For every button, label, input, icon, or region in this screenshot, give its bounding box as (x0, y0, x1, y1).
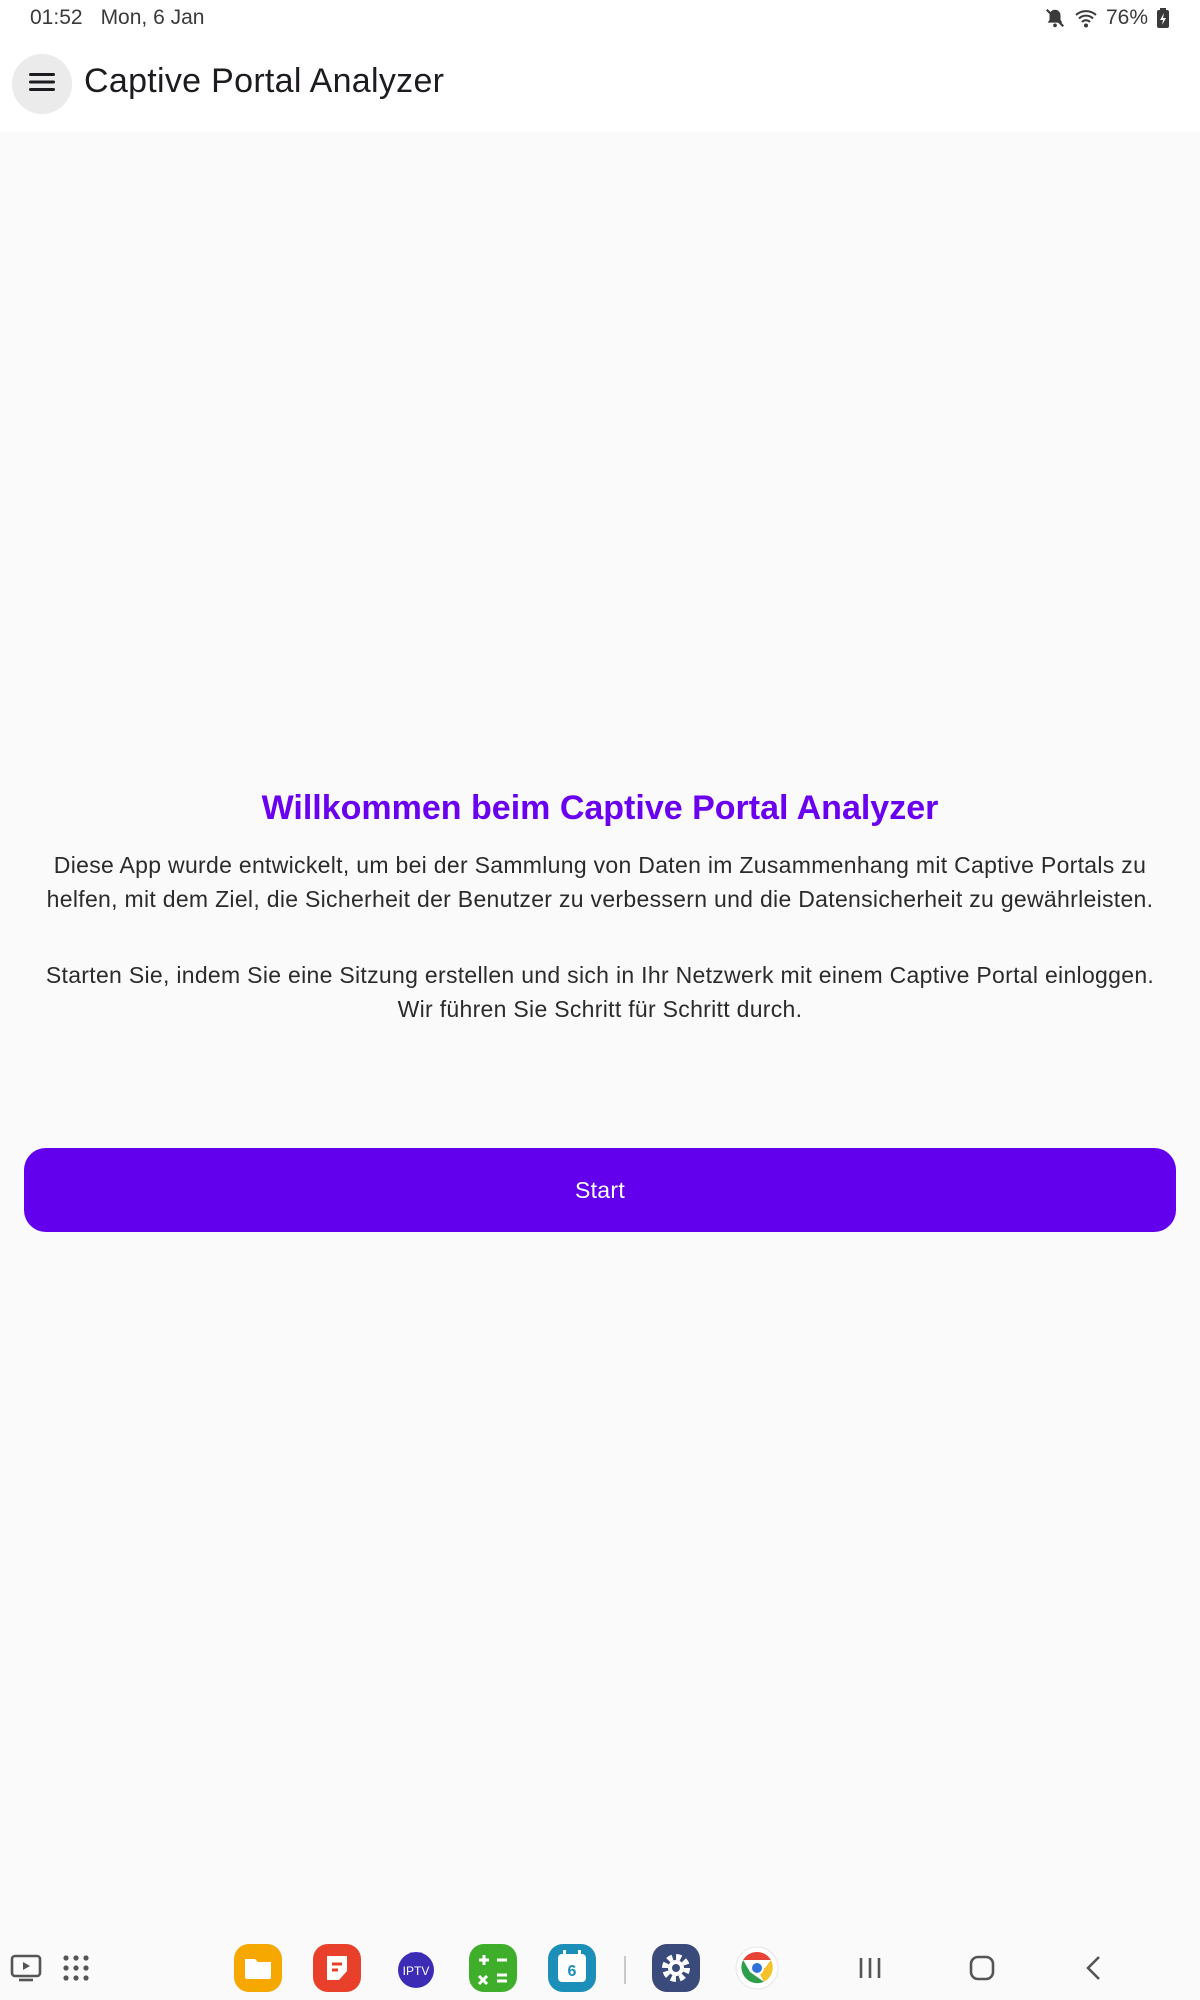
calendar-icon[interactable]: 6 (548, 1944, 596, 1992)
taskbar: IPTV 6 (0, 1936, 1200, 2000)
status-date: Mon, 6 Jan (100, 6, 205, 29)
status-bar: 01:52 Mon, 6 Jan 76% (0, 0, 1200, 36)
start-button[interactable]: Start (24, 1148, 1176, 1232)
chrome-icon[interactable] (733, 1944, 781, 1992)
app-bar: Captive Portal Analyzer (0, 36, 1200, 132)
mute-icon (1044, 7, 1066, 29)
battery-icon (1156, 8, 1170, 28)
hamburger-menu-icon (28, 71, 56, 98)
welcome-section: Willkommen beim Captive Portal Analyzer … (30, 786, 1170, 1026)
battery-percent: 76% (1105, 6, 1148, 29)
svg-text:IPTV: IPTV (403, 1964, 430, 1978)
menu-button[interactable] (12, 54, 72, 114)
home-icon[interactable] (958, 1944, 1006, 1992)
calculator-icon[interactable] (469, 1944, 517, 1992)
welcome-description: Diese App wurde entwickelt, um bei der S… (46, 852, 1154, 912)
iptv-icon[interactable]: IPTV (392, 1944, 440, 1992)
status-icons: 76% (1044, 6, 1170, 30)
app-title: Captive Portal Analyzer (84, 62, 445, 100)
screen: 01:52 Mon, 6 Jan 76% Captive Portal Anal… (0, 0, 1200, 2000)
recents-icon[interactable] (846, 1944, 894, 1992)
settings-icon[interactable] (652, 1944, 700, 1992)
my-files-icon[interactable] (234, 1944, 282, 1992)
app-drawer-icon[interactable] (52, 1944, 100, 1992)
wifi-icon (1074, 7, 1098, 29)
screen-recorder-icon[interactable] (2, 1944, 50, 1992)
back-icon[interactable] (1070, 1944, 1118, 1992)
welcome-hint: Starten Sie, indem Sie eine Sitzung erst… (45, 962, 1155, 1022)
welcome-title: Willkommen beim Captive Portal Analyzer (261, 789, 939, 827)
samsung-notes-icon[interactable] (313, 1944, 361, 1992)
status-time: 01:52 (30, 6, 83, 29)
taskbar-divider (624, 1956, 626, 1984)
calendar-day: 6 (568, 1963, 577, 1980)
